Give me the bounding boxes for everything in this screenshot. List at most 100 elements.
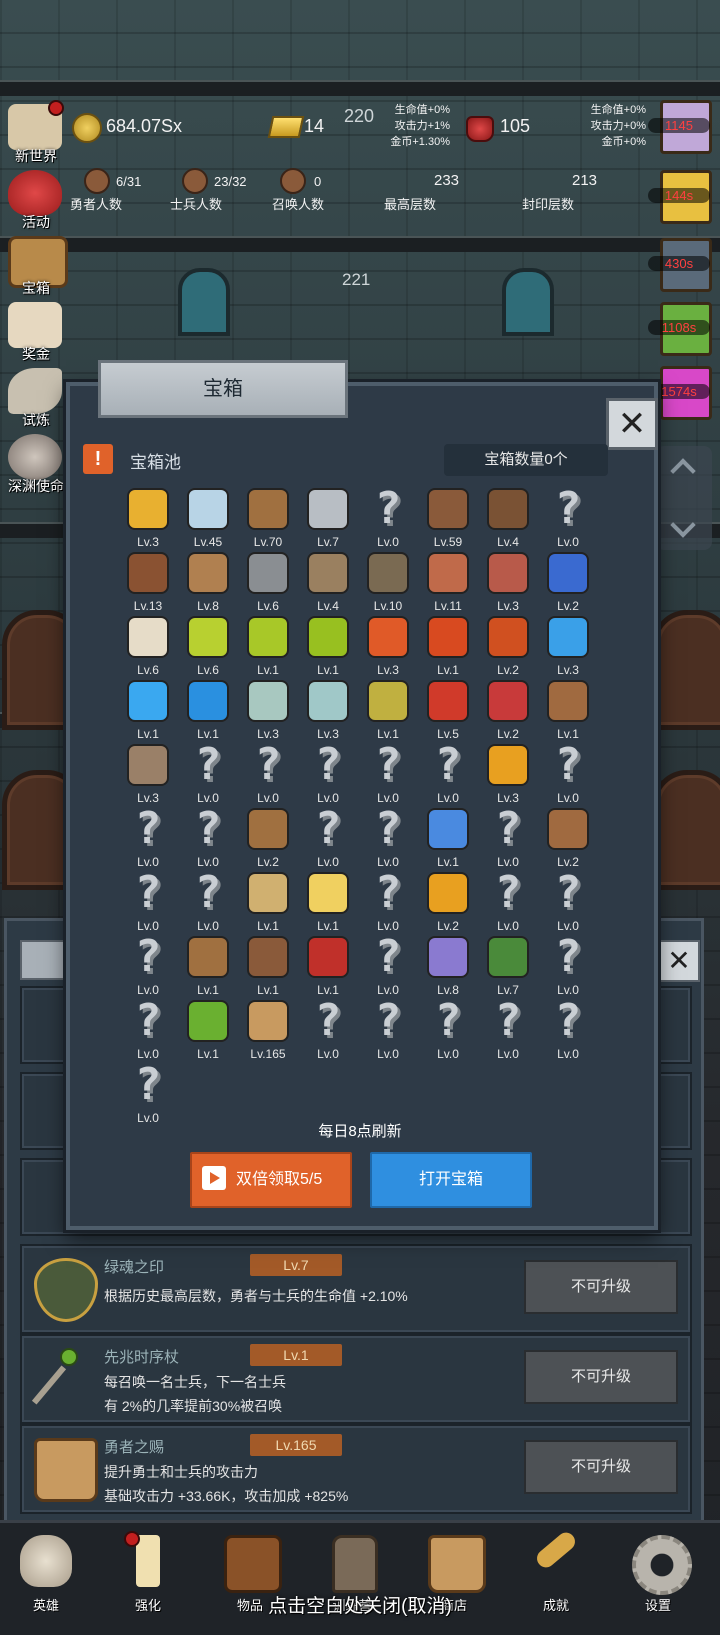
chest-item[interactable]: ? Lv.0 (118, 997, 178, 1063)
chest-item[interactable]: ? Lv.0 (238, 741, 298, 807)
right-event-5[interactable]: 1574s (648, 366, 718, 420)
chest-item[interactable]: ? Lv.0 (178, 869, 238, 935)
right-event-4[interactable]: 1108s (648, 302, 718, 356)
chest-item[interactable]: Lv.2 (418, 869, 478, 935)
chest-item[interactable]: Lv.13 (118, 549, 178, 615)
upgrade-button[interactable]: 不可升级 (524, 1260, 678, 1314)
chest-item[interactable]: Lv.3 (298, 677, 358, 743)
chest-item[interactable]: Lv.5 (418, 677, 478, 743)
chest-item[interactable]: Lv.2 (478, 613, 538, 679)
right-event-3[interactable]: 430s (648, 238, 718, 292)
chest-item[interactable]: ? Lv.0 (538, 997, 598, 1063)
chest-item[interactable]: Lv.2 (238, 805, 298, 871)
chest-item[interactable]: Lv.6 (238, 549, 298, 615)
tap-to-close-hint[interactable]: 点击空白处关闭(取消) (0, 1591, 720, 1618)
chest-item[interactable]: ? Lv.0 (298, 741, 358, 807)
chest-item[interactable]: ? Lv.0 (418, 741, 478, 807)
chest-item[interactable]: ? Lv.0 (358, 933, 418, 999)
scroll-arrows[interactable] (656, 446, 712, 550)
blue-wand-icon (426, 807, 470, 851)
panel-close-button[interactable]: ✕ (658, 940, 700, 982)
chest-item[interactable]: Lv.3 (478, 549, 538, 615)
chest-item[interactable]: Lv.70 (238, 485, 298, 551)
chest-item[interactable]: Lv.45 (178, 485, 238, 551)
chest-item[interactable]: Lv.1 (418, 613, 478, 679)
chest-item[interactable]: Lv.1 (238, 613, 298, 679)
chest-item[interactable]: ? Lv.0 (118, 933, 178, 999)
chest-item[interactable]: ? Lv.0 (358, 485, 418, 551)
chest-item[interactable]: Lv.1 (178, 997, 238, 1063)
chest-item[interactable]: Lv.1 (298, 869, 358, 935)
chest-item[interactable]: Lv.4 (478, 485, 538, 551)
chest-item[interactable]: ? Lv.0 (538, 485, 598, 551)
left-menu-chest[interactable]: 宝箱 (2, 232, 70, 298)
chest-item[interactable]: Lv.2 (478, 677, 538, 743)
chest-item[interactable]: Lv.11 (418, 549, 478, 615)
chest-item[interactable]: ? Lv.0 (538, 741, 598, 807)
chest-item[interactable]: ? Lv.0 (418, 997, 478, 1063)
left-menu-label: 试炼 (22, 412, 50, 428)
crown-icon (126, 487, 170, 531)
chest-item[interactable]: Lv.3 (478, 741, 538, 807)
chest-item[interactable]: ? Lv.0 (358, 997, 418, 1063)
upgrade-button[interactable]: 不可升级 (524, 1440, 678, 1494)
chest-item[interactable]: Lv.10 (358, 549, 418, 615)
chest-item[interactable]: Lv.1 (298, 933, 358, 999)
chest-item[interactable]: ? Lv.0 (478, 805, 538, 871)
chest-item[interactable]: Lv.8 (178, 549, 238, 615)
left-menu-bonus[interactable]: 奖金 (2, 298, 70, 364)
right-event-2[interactable]: 144s (648, 170, 718, 224)
chest-item[interactable]: Lv.1 (418, 805, 478, 871)
chest-item[interactable]: ? Lv.0 (298, 805, 358, 871)
chest-item[interactable]: Lv.3 (538, 613, 598, 679)
left-menu-new-world[interactable]: 新世界 (2, 100, 70, 166)
chest-item[interactable]: ? Lv.0 (118, 1061, 178, 1127)
chest-item[interactable]: Lv.8 (418, 933, 478, 999)
left-menu-abyss[interactable]: 深渊使命 (2, 430, 70, 496)
chest-item[interactable]: ? Lv.0 (118, 869, 178, 935)
chest-item[interactable]: Lv.7 (298, 485, 358, 551)
chest-item[interactable]: Lv.3 (358, 613, 418, 679)
chest-item[interactable]: Lv.4 (298, 549, 358, 615)
close-button[interactable]: ✕ (606, 398, 658, 450)
chevron-up-icon[interactable] (670, 458, 696, 484)
chest-item[interactable]: Lv.2 (538, 805, 598, 871)
chest-item[interactable]: Lv.1 (298, 613, 358, 679)
left-menu-trial[interactable]: 试炼 (2, 364, 70, 430)
chest-item[interactable]: Lv.1 (178, 677, 238, 743)
chest-item[interactable]: Lv.6 (118, 613, 178, 679)
steak-icon (486, 551, 530, 595)
right-event-1[interactable]: 1145 (648, 100, 718, 154)
chest-item[interactable]: Lv.165 (238, 997, 298, 1063)
chest-item[interactable]: Lv.2 (538, 549, 598, 615)
chevron-down-icon[interactable] (670, 512, 696, 538)
upgrade-button[interactable]: 不可升级 (524, 1350, 678, 1404)
chest-item[interactable]: Lv.1 (538, 677, 598, 743)
chest-item[interactable]: Lv.7 (478, 933, 538, 999)
open-chest-button[interactable]: 打开宝箱 (370, 1152, 532, 1208)
chest-item[interactable]: ? Lv.0 (298, 997, 358, 1063)
chest-item[interactable]: Lv.1 (238, 869, 298, 935)
chest-item[interactable]: Lv.1 (238, 933, 298, 999)
chest-item[interactable]: ? Lv.0 (358, 805, 418, 871)
left-menu-events[interactable]: 活动 (2, 166, 70, 232)
chest-item[interactable]: Lv.1 (178, 933, 238, 999)
chest-item[interactable]: ? Lv.0 (358, 741, 418, 807)
chest-item[interactable]: ? Lv.0 (478, 869, 538, 935)
item-level: Lv.7 (317, 535, 339, 549)
chest-item[interactable]: Lv.59 (418, 485, 478, 551)
chest-item[interactable]: Lv.1 (358, 677, 418, 743)
chest-item[interactable]: ? Lv.0 (118, 805, 178, 871)
chest-item[interactable]: Lv.6 (178, 613, 238, 679)
chest-item[interactable]: ? Lv.0 (538, 869, 598, 935)
chest-item[interactable]: ? Lv.0 (358, 869, 418, 935)
chest-item[interactable]: Lv.3 (238, 677, 298, 743)
chest-item[interactable]: ? Lv.0 (178, 805, 238, 871)
chest-item[interactable]: Lv.3 (118, 485, 178, 551)
double-claim-button[interactable]: 双倍领取5/5 (190, 1152, 352, 1208)
chest-item[interactable]: ? Lv.0 (538, 933, 598, 999)
chest-item[interactable]: ? Lv.0 (478, 997, 538, 1063)
chest-item[interactable]: Lv.3 (118, 741, 178, 807)
chest-item[interactable]: Lv.1 (118, 677, 178, 743)
chest-item[interactable]: ? Lv.0 (178, 741, 238, 807)
